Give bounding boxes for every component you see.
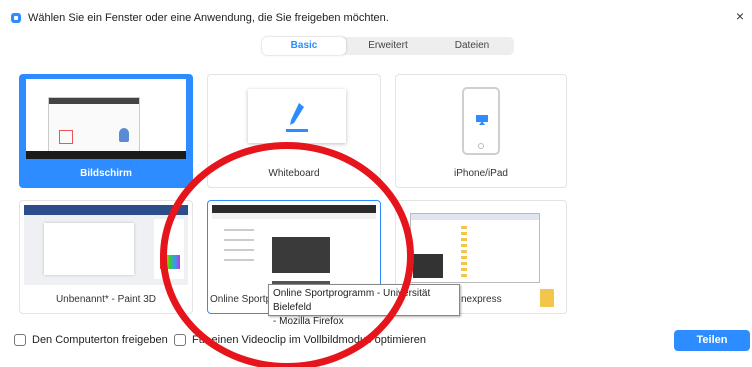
tile-label-iphone: iPhone/iPad	[454, 168, 508, 179]
zoom-app-icon	[11, 13, 21, 23]
share-tile-screen[interactable]: Bildschirm	[19, 74, 193, 188]
whiteboard-thumbnail	[248, 89, 346, 143]
tooltip: Online Sportprogramm - Universität Biele…	[268, 284, 460, 327]
tile-label-paint3d: Unbenannt* - Paint 3D	[55, 294, 157, 305]
tab-erweitert[interactable]: Erweitert	[346, 37, 430, 55]
share-button[interactable]: Teilen	[674, 330, 750, 351]
paint3d-thumbnail	[24, 205, 188, 285]
share-sound-checkbox[interactable]	[14, 334, 26, 346]
thumbnail-dialog	[48, 97, 140, 155]
explorer-thumbnail	[400, 205, 562, 285]
person-icon	[119, 128, 129, 142]
tab-bar: Basic Erweitert Dateien	[262, 37, 514, 55]
airplay-icon	[476, 115, 488, 125]
title-bar: Wählen Sie ein Fenster oder eine Anwendu…	[0, 0, 752, 30]
screen-thumbnail	[26, 79, 186, 159]
tooltip-line-1: Online Sportprogramm - Universität Biele…	[273, 288, 431, 313]
close-icon[interactable]: ×	[732, 8, 748, 24]
color-palette	[160, 255, 180, 269]
share-tile-whiteboard[interactable]: Whiteboard	[207, 74, 381, 188]
share-tile-iphone[interactable]: iPhone/iPad	[395, 74, 567, 188]
firefox-thumbnail	[212, 205, 376, 291]
folder-icon	[540, 289, 554, 307]
pen-icon	[290, 103, 304, 125]
tooltip-line-2: - Mozilla Firefox	[273, 316, 344, 327]
optimize-video-checkbox[interactable]	[174, 334, 186, 346]
window-title: Wählen Sie ein Fenster oder eine Anwendu…	[28, 12, 389, 24]
tab-basic[interactable]: Basic	[262, 37, 346, 55]
share-tile-paint3d[interactable]: Unbenannt* - Paint 3D	[19, 200, 193, 314]
home-button-icon	[478, 143, 484, 149]
share-sound-label: Den Computerton freigeben	[32, 334, 168, 346]
thumbnail-taskbar	[26, 151, 186, 159]
tab-dateien[interactable]: Dateien	[430, 37, 514, 55]
ipad-icon	[462, 87, 500, 155]
tile-label-whiteboard: Whiteboard	[268, 168, 320, 179]
footer-bar: Den Computerton freigeben Für einen Vide…	[0, 328, 752, 352]
optimize-video-label: Für einen Videoclip im Vollbildmodus opt…	[192, 334, 426, 346]
tile-label-screen: Bildschirm	[80, 168, 132, 179]
